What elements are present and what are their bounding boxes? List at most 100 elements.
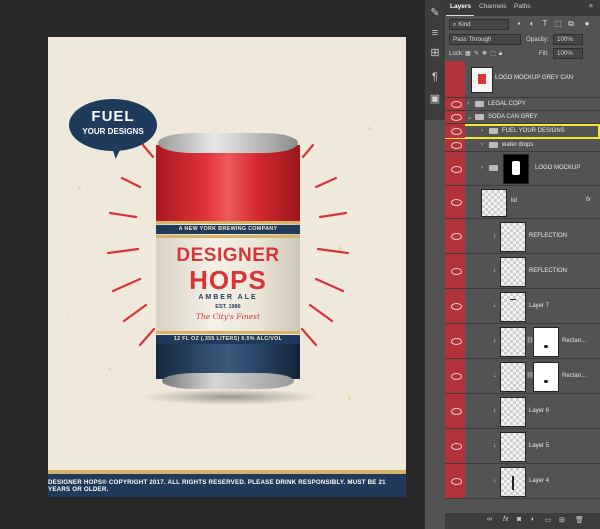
add-style-icon[interactable]: fx bbox=[503, 516, 508, 523]
blend-mode-select[interactable]: Pass Through bbox=[449, 34, 521, 45]
layer-row[interactable]: ↓ ⛓ Rectan... bbox=[445, 359, 600, 394]
layer-mask-thumbnail[interactable] bbox=[533, 362, 559, 392]
trash-icon[interactable]: 🗑︎ bbox=[575, 516, 584, 524]
disclosure-triangle-icon[interactable]: ⌄ bbox=[467, 114, 472, 121]
layer-row[interactable]: › water drops bbox=[445, 139, 600, 152]
layer-row-selected[interactable]: › FUEL YOUR DESIGNS bbox=[445, 124, 600, 139]
filter-adjustment-icon[interactable]: ◐ bbox=[527, 19, 537, 29]
eye-icon[interactable] bbox=[451, 268, 462, 275]
layer-row[interactable]: › LEGAL COPY bbox=[445, 98, 600, 111]
visibility-cell[interactable] bbox=[445, 186, 465, 218]
visibility-cell[interactable] bbox=[445, 254, 465, 288]
layer-row[interactable]: ↓ REFLECTION bbox=[445, 254, 600, 289]
ray bbox=[108, 211, 138, 219]
opacity-field[interactable]: 100% bbox=[553, 34, 583, 45]
visibility-cell[interactable] bbox=[445, 324, 465, 358]
disclosure-triangle-icon[interactable]: › bbox=[481, 165, 483, 171]
filter-type-icon[interactable]: T bbox=[540, 19, 550, 29]
filter-kind-select[interactable]: ⌕ Kind bbox=[449, 19, 509, 30]
ray bbox=[106, 247, 140, 255]
history-brush-icon[interactable]: ✎ bbox=[428, 6, 442, 20]
established: EST. 1986 bbox=[215, 304, 241, 310]
eye-icon[interactable] bbox=[451, 443, 462, 450]
layer-thumbnail bbox=[500, 257, 526, 287]
visibility-cell[interactable] bbox=[445, 464, 465, 498]
panel-menu-icon[interactable]: ≡ bbox=[589, 3, 593, 10]
adjust-icon[interactable]: ≡ bbox=[428, 26, 442, 40]
visibility-cell[interactable] bbox=[445, 111, 465, 123]
can-red-section bbox=[156, 145, 300, 223]
document-canvas[interactable]: FUEL YOUR DESIGNS A NEW YORK BREWING COM… bbox=[0, 0, 425, 529]
eye-icon[interactable] bbox=[451, 338, 462, 345]
layer-row[interactable]: ↓ REFLECTION bbox=[445, 219, 600, 254]
layer-effects-icon[interactable]: fx bbox=[586, 197, 591, 203]
filter-shape-icon[interactable]: ⬚ bbox=[553, 19, 563, 29]
fill-label: Fill: bbox=[539, 50, 549, 57]
panel-tabs: Layers Channels Paths ≡ bbox=[445, 0, 600, 16]
fill-field[interactable]: 100% bbox=[553, 48, 583, 59]
layer-name: LOGO MOCKUP GREY CAN bbox=[495, 75, 574, 81]
new-layer-icon[interactable]: ⊞ bbox=[559, 516, 565, 524]
disclosure-triangle-icon[interactable]: › bbox=[481, 128, 483, 134]
eye-icon[interactable] bbox=[451, 114, 462, 121]
eye-icon[interactable] bbox=[451, 373, 462, 380]
layer-thumbnail bbox=[500, 222, 526, 252]
layer-row[interactable]: ⌄ SODA CAN GREY bbox=[445, 111, 600, 124]
layer-row[interactable]: ↓ Layer 7 bbox=[445, 289, 600, 324]
visibility-cell[interactable] bbox=[445, 61, 465, 97]
eye-icon[interactable] bbox=[451, 142, 462, 149]
filter-toggle-icon[interactable]: ● bbox=[582, 19, 592, 29]
layer-row[interactable]: › LOGO MOCKUP bbox=[445, 152, 600, 186]
visibility-cell[interactable] bbox=[445, 219, 465, 253]
layer-name: REFLECTION bbox=[529, 268, 568, 274]
tab-channels[interactable]: Channels bbox=[479, 3, 506, 10]
disclosure-triangle-icon[interactable]: › bbox=[481, 142, 483, 148]
filter-pixel-icon[interactable]: ▪ bbox=[514, 19, 524, 29]
eye-icon[interactable] bbox=[451, 199, 462, 206]
properties-icon[interactable]: ⊞ bbox=[428, 46, 442, 60]
tagline: The City's Finest bbox=[195, 312, 261, 321]
eye-icon[interactable] bbox=[451, 408, 462, 415]
libraries-icon[interactable]: ▣ bbox=[428, 92, 442, 106]
poster-artboard[interactable]: FUEL YOUR DESIGNS A NEW YORK BREWING COM… bbox=[48, 37, 406, 497]
layer-name: Layer 6 bbox=[529, 408, 550, 414]
legal-footer: DESIGNER HOPS® COPYRIGHT 2017. ALL RIGHT… bbox=[48, 470, 406, 497]
visibility-cell[interactable] bbox=[445, 394, 465, 428]
layer-row[interactable]: ↓ Layer 4 bbox=[445, 464, 600, 499]
visibility-cell[interactable] bbox=[445, 152, 465, 185]
link-layers-icon[interactable]: ∞ bbox=[487, 516, 492, 523]
visibility-cell[interactable] bbox=[445, 124, 465, 138]
paragraph-icon[interactable]: ¶ bbox=[428, 70, 442, 84]
visibility-cell[interactable] bbox=[445, 289, 465, 323]
tab-paths[interactable]: Paths bbox=[514, 3, 531, 10]
layer-name: Layer 7 bbox=[529, 303, 550, 309]
layer-row[interactable]: ↓ Layer 5 bbox=[445, 429, 600, 464]
layers-bottom-bar: ∞ fx ◙ ◐ ▭ ⊞ 🗑︎ bbox=[445, 513, 600, 529]
eye-icon[interactable] bbox=[451, 233, 462, 240]
layer-row[interactable]: lid fx bbox=[445, 186, 600, 219]
layers-list[interactable]: LOGO MOCKUP GREY CAN › LEGAL COPY ⌄ SODA… bbox=[445, 61, 600, 513]
layer-row[interactable]: ↓ Layer 6 bbox=[445, 394, 600, 429]
visibility-cell[interactable] bbox=[445, 98, 465, 110]
new-group-icon[interactable]: ▭ bbox=[545, 516, 552, 524]
eye-icon[interactable] bbox=[451, 101, 462, 108]
thumb-art bbox=[544, 345, 548, 348]
folder-icon bbox=[475, 101, 484, 107]
layer-row[interactable]: ↓ ⛓ Rectan... bbox=[445, 324, 600, 359]
visibility-cell[interactable] bbox=[445, 359, 465, 393]
eye-icon[interactable] bbox=[451, 478, 462, 485]
filter-smart-icon[interactable]: ⧉ bbox=[566, 19, 576, 29]
visibility-cell[interactable] bbox=[445, 139, 465, 151]
layer-row[interactable]: LOGO MOCKUP GREY CAN bbox=[445, 61, 600, 98]
adjustment-layer-icon[interactable]: ◐ bbox=[531, 516, 535, 523]
eye-icon[interactable] bbox=[451, 303, 462, 310]
add-mask-icon[interactable]: ◙ bbox=[517, 516, 521, 523]
layer-name: REFLECTION bbox=[529, 233, 568, 239]
eye-icon[interactable] bbox=[451, 128, 462, 135]
tab-layers[interactable]: Layers bbox=[450, 3, 471, 10]
eye-icon[interactable] bbox=[451, 166, 462, 173]
disclosure-triangle-icon[interactable]: › bbox=[467, 101, 469, 107]
lock-icons[interactable]: ▦✎✥⬚🔒︎ bbox=[465, 50, 505, 58]
visibility-cell[interactable] bbox=[445, 429, 465, 463]
layer-mask-thumbnail[interactable] bbox=[533, 327, 559, 357]
